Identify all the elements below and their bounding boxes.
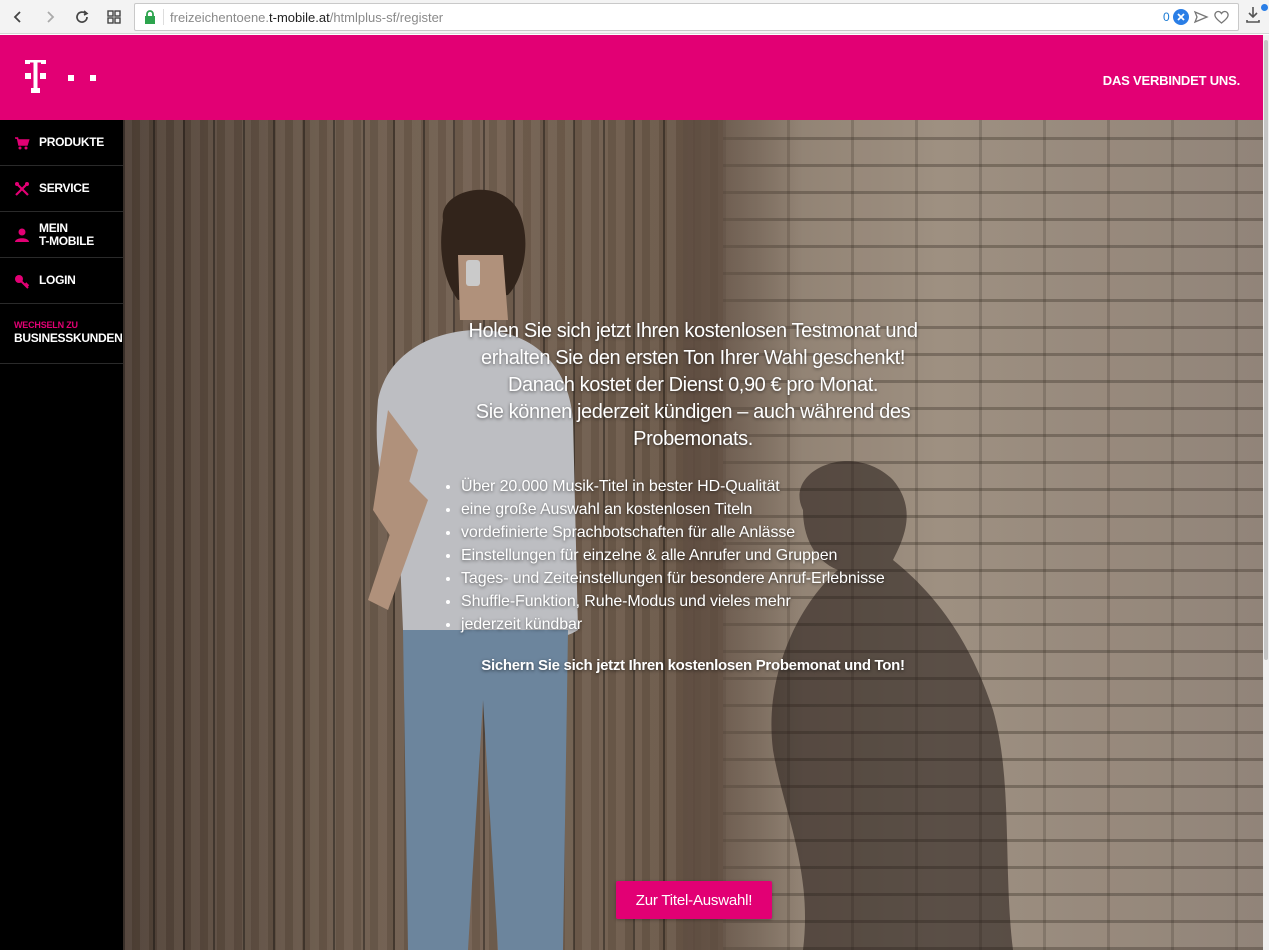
sidebar-item-businesskunden[interactable]: WECHSELN ZU BUSINESSKUNDEN [0, 304, 123, 364]
back-icon[interactable] [6, 5, 30, 29]
lock-icon [143, 10, 157, 25]
feature-item: eine große Auswahl an kostenlosen Titeln [461, 498, 943, 521]
feature-item: Tages- und Zeiteinstellungen für besonde… [461, 567, 943, 590]
hero-content: Holen Sie sich jetzt Ihren kostenlosen T… [443, 318, 943, 674]
user-icon [14, 227, 30, 243]
tools-icon [14, 181, 30, 197]
browser-toolbar: freizeichentoene.t-mobile.at/htmlplus-sf… [0, 0, 1269, 34]
telekom-logo-icon[interactable] [22, 58, 102, 98]
feature-item: vordefinierte Sprachbotschaften für alle… [461, 521, 943, 544]
url-domain: t-mobile.at [269, 10, 330, 25]
sidebar-item-label: LOGIN [39, 273, 76, 287]
sidebar-item-mein-t-mobile[interactable]: MEIN T-MOBILE [0, 212, 123, 258]
feature-item: Einstellungen für einzelne & alle Anrufe… [461, 544, 943, 567]
feature-item: jederzeit kündbar [461, 613, 943, 636]
sidebar-nav: PRODUKTE SERVICE MEIN T-MOBILE LOGIN WEC… [0, 120, 123, 950]
heart-icon[interactable] [1213, 9, 1230, 30]
url-path: /htmlplus-sf/register [329, 10, 444, 25]
sidebar-item-label: SERVICE [39, 181, 90, 195]
sidebar-item-login[interactable]: LOGIN [0, 258, 123, 304]
sidebar-item-service[interactable]: SERVICE [0, 166, 123, 212]
feature-list: Über 20.000 Musik-Titel in bester HD-Qua… [461, 475, 943, 636]
download-icon[interactable] [1245, 6, 1261, 29]
send-icon[interactable] [1193, 9, 1209, 30]
speed-dial-icon[interactable] [102, 5, 126, 29]
title-selection-button[interactable]: Zur Titel-Auswahl! [616, 881, 772, 919]
closing-statement: Sichern Sie sich jetzt Ihren kostenlosen… [481, 657, 905, 674]
hero-headline: Holen Sie sich jetzt Ihren kostenlosen T… [443, 318, 943, 453]
headline-line: Holen Sie sich jetzt Ihren kostenlosen T… [468, 320, 918, 342]
sidebar-item-label: MEIN T-MOBILE [39, 220, 94, 248]
headline-line: Sie können jederzeit kündigen – auch wäh… [475, 401, 911, 423]
url-separator [163, 9, 164, 25]
scrollbar-thumb[interactable] [1264, 40, 1268, 660]
sidebar-item-label: PRODUKTE [39, 135, 104, 149]
header-tagline: DAS VERBINDET UNS. [1102, 73, 1240, 88]
adblock-icon[interactable] [1173, 9, 1189, 25]
reload-icon[interactable] [70, 5, 94, 29]
business-switch-label: BUSINESSKUNDEN [14, 331, 123, 345]
headline-line: Danach kostet der Dienst 0,90 € pro Mona… [507, 374, 879, 396]
blocked-count: 0 [1163, 10, 1170, 24]
url-text: freizeichentoene.t-mobile.at/htmlplus-sf… [170, 10, 443, 25]
forward-icon[interactable] [38, 5, 62, 29]
feature-item: Shuffle-Funktion, Ruhe-Modus und vieles … [461, 590, 943, 613]
download-indicator [1261, 4, 1268, 11]
sidebar-item-produkte[interactable]: PRODUKTE [0, 120, 123, 166]
cart-icon [14, 135, 30, 151]
url-prefix: freizeichentoene. [170, 10, 270, 25]
address-bar[interactable]: freizeichentoene.t-mobile.at/htmlplus-sf… [134, 3, 1239, 31]
site-header: DAS VERBINDET UNS. [0, 35, 1263, 120]
headline-line: Probemonats. [633, 428, 753, 450]
headline-line: erhalten Sie den ersten Ton Ihrer Wahl g… [481, 347, 905, 369]
business-switch-hint: WECHSELN ZU [14, 320, 78, 330]
feature-item: Über 20.000 Musik-Titel in bester HD-Qua… [461, 475, 943, 498]
key-icon [14, 273, 30, 289]
hero-section: Holen Sie sich jetzt Ihren kostenlosen T… [123, 120, 1263, 950]
